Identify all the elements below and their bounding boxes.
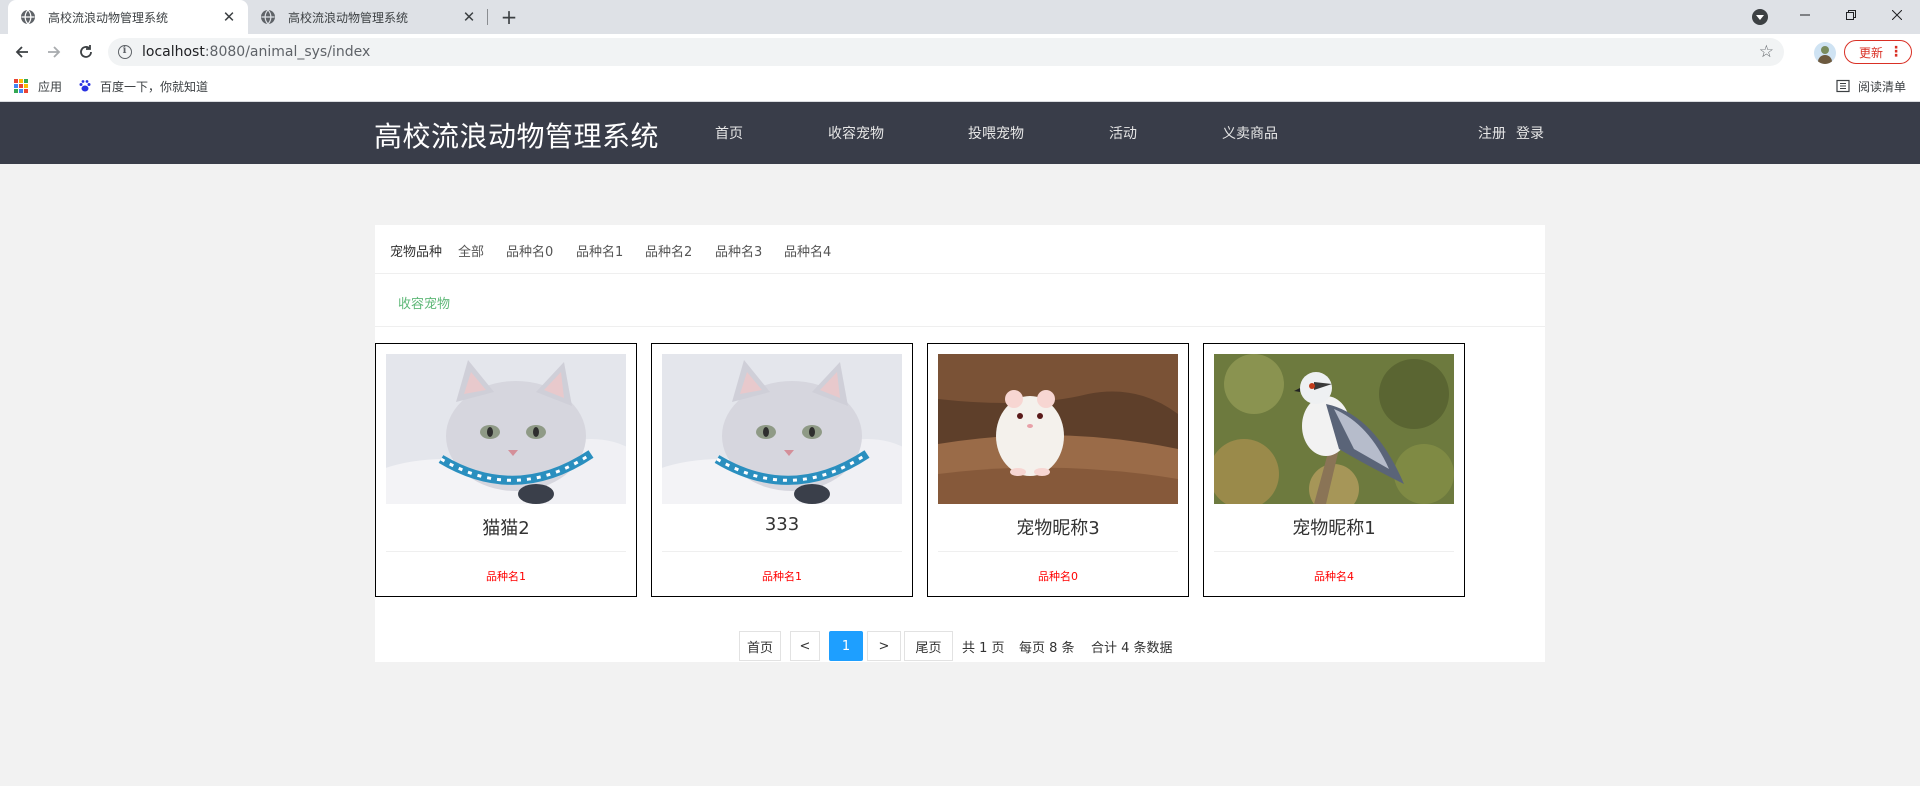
pet-card[interactable]: 333 品种名1 <box>651 343 913 597</box>
per-page: 每页 8 条 <box>1019 641 1075 656</box>
bookmark-star-icon[interactable]: ☆ <box>1759 42 1774 62</box>
menu-kebab-icon: ⋮ <box>1889 44 1903 60</box>
pet-name[interactable]: 宠物昵称1 <box>1204 514 1464 540</box>
bookmark-apps[interactable]: 应用 <box>14 76 62 96</box>
url-text: localhost:8080/animal_sys/index <box>142 44 371 60</box>
reload-icon <box>80 45 92 58</box>
pet-name[interactable]: 宠物昵称3 <box>928 514 1188 540</box>
site-title[interactable]: 高校流浪动物管理系统 <box>374 115 659 155</box>
card-divider <box>386 551 626 552</box>
browser-toolbar: localhost:8080/animal_sys/index ☆ 更新 ⋮ <box>0 34 1920 70</box>
nav-charity-goods[interactable]: 义卖商品 <box>1222 123 1278 143</box>
pet-breed: 品种名0 <box>1038 570 1078 583</box>
hamster-photo[interactable] <box>938 354 1178 504</box>
arrow-right-icon <box>48 46 61 58</box>
breed-filter: 宠物品种 全部 品种名0 品种名1 品种名2 品种名3 品种名4 <box>375 225 1545 274</box>
total-pages: 共 1 页 <box>962 641 1005 656</box>
page-next-button[interactable]: > <box>867 631 901 661</box>
browser-tab-inactive[interactable]: 高校流浪动物管理系统 ✕ <box>248 0 488 34</box>
pet-name[interactable]: 猫猫2 <box>376 514 636 540</box>
info-icon[interactable] <box>118 45 132 59</box>
restore-button[interactable] <box>1828 0 1874 30</box>
card-divider <box>938 551 1178 552</box>
pet-name[interactable]: 333 <box>652 514 912 535</box>
section-tab-bar: 收容宠物 <box>375 275 1545 327</box>
tab-separator <box>487 9 488 25</box>
pet-breed: 品种名1 <box>486 570 526 583</box>
site-header: 高校流浪动物管理系统 首页 收容宠物 投喂宠物 活动 义卖商品 注册 登录 <box>0 102 1920 164</box>
reading-list-label: 阅读清单 <box>1858 79 1907 94</box>
globe-icon <box>21 9 35 25</box>
minimize-icon <box>1800 14 1810 16</box>
pet-card[interactable]: 猫猫2 品种名1 <box>375 343 637 597</box>
pet-card[interactable]: 宠物昵称3 品种名0 <box>927 343 1189 597</box>
tab-title: 高校流浪动物管理系统 <box>288 10 409 25</box>
pet-breed: 品种名1 <box>762 570 802 583</box>
total-records: 合计 4 条数据 <box>1091 641 1173 656</box>
browser-tabstrip: 高校流浪动物管理系统 ✕ 高校流浪动物管理系统 ✕ + <box>0 0 1920 34</box>
globe-icon <box>261 9 275 25</box>
tab-search-icon[interactable] <box>1752 9 1768 25</box>
breed-filter-option[interactable]: 品种名4 <box>784 241 831 260</box>
page-prev-button[interactable]: < <box>790 631 820 661</box>
nav-feed-pets[interactable]: 投喂宠物 <box>968 123 1024 143</box>
page-last-button[interactable]: 尾页 <box>904 631 953 661</box>
restore-icon <box>1846 10 1856 20</box>
address-bar[interactable]: localhost:8080/animal_sys/index ☆ <box>108 38 1784 66</box>
nav-home[interactable]: 首页 <box>715 123 743 143</box>
arrow-left-icon <box>15 46 28 58</box>
back-button[interactable] <box>10 40 34 64</box>
content-panel: 宠物品种 全部 品种名0 品种名1 品种名2 品种名3 品种名4 收容宠物 猫猫… <box>375 225 1545 662</box>
tab-title: 高校流浪动物管理系统 <box>48 10 169 25</box>
apps-grid-icon <box>14 79 28 93</box>
reading-list-icon <box>1836 79 1850 93</box>
card-divider <box>1214 551 1454 552</box>
browser-tab-active[interactable]: 高校流浪动物管理系统 ✕ <box>8 0 248 34</box>
breed-filter-label: 宠物品种 <box>390 245 443 260</box>
cat-photo[interactable] <box>662 354 902 504</box>
breed-filter-option[interactable]: 品种名2 <box>645 241 692 260</box>
breed-filter-option[interactable]: 品种名0 <box>506 241 553 260</box>
pet-breed: 品种名4 <box>1314 570 1354 583</box>
pet-card[interactable]: 宠物昵称1 品种名4 <box>1203 343 1465 597</box>
reload-button[interactable] <box>74 40 98 64</box>
update-label: 更新 <box>1859 45 1884 60</box>
cat-photo[interactable] <box>386 354 626 504</box>
bookmark-apps-label: 应用 <box>38 79 63 94</box>
baidu-paw-icon <box>79 80 91 92</box>
breed-filter-option[interactable]: 品种名3 <box>715 241 762 260</box>
breed-filter-option[interactable]: 品种名1 <box>576 241 623 260</box>
profile-avatar[interactable] <box>1814 42 1836 64</box>
login-link[interactable]: 登录 <box>1516 123 1544 143</box>
bird-photo[interactable] <box>1214 354 1454 504</box>
page-first-button[interactable]: 首页 <box>739 631 781 661</box>
close-icon[interactable]: ✕ <box>220 8 238 26</box>
reading-list[interactable]: 阅读清单 <box>1836 76 1906 96</box>
breed-filter-all[interactable]: 全部 <box>458 241 484 260</box>
new-tab-button[interactable]: + <box>497 6 521 30</box>
close-window-button[interactable] <box>1874 0 1920 30</box>
nav-sheltered-pets[interactable]: 收容宠物 <box>828 123 884 143</box>
forward-button[interactable] <box>42 40 66 64</box>
close-icon[interactable]: ✕ <box>460 8 478 26</box>
card-divider <box>662 551 902 552</box>
minimize-button[interactable] <box>1782 0 1828 30</box>
page-current[interactable]: 1 <box>829 631 863 661</box>
tab-sheltered-pets[interactable]: 收容宠物 <box>398 293 450 312</box>
close-icon <box>1892 10 1902 20</box>
bookmark-baidu-label: 百度一下，你就知道 <box>100 79 209 94</box>
register-link[interactable]: 注册 <box>1478 123 1506 143</box>
nav-activities[interactable]: 活动 <box>1109 123 1137 143</box>
bookmark-baidu[interactable]: 百度一下，你就知道 <box>78 76 208 96</box>
update-button[interactable]: 更新 ⋮ <box>1844 40 1912 64</box>
bookmarks-bar: 应用 百度一下，你就知道 阅读清单 <box>0 70 1920 102</box>
